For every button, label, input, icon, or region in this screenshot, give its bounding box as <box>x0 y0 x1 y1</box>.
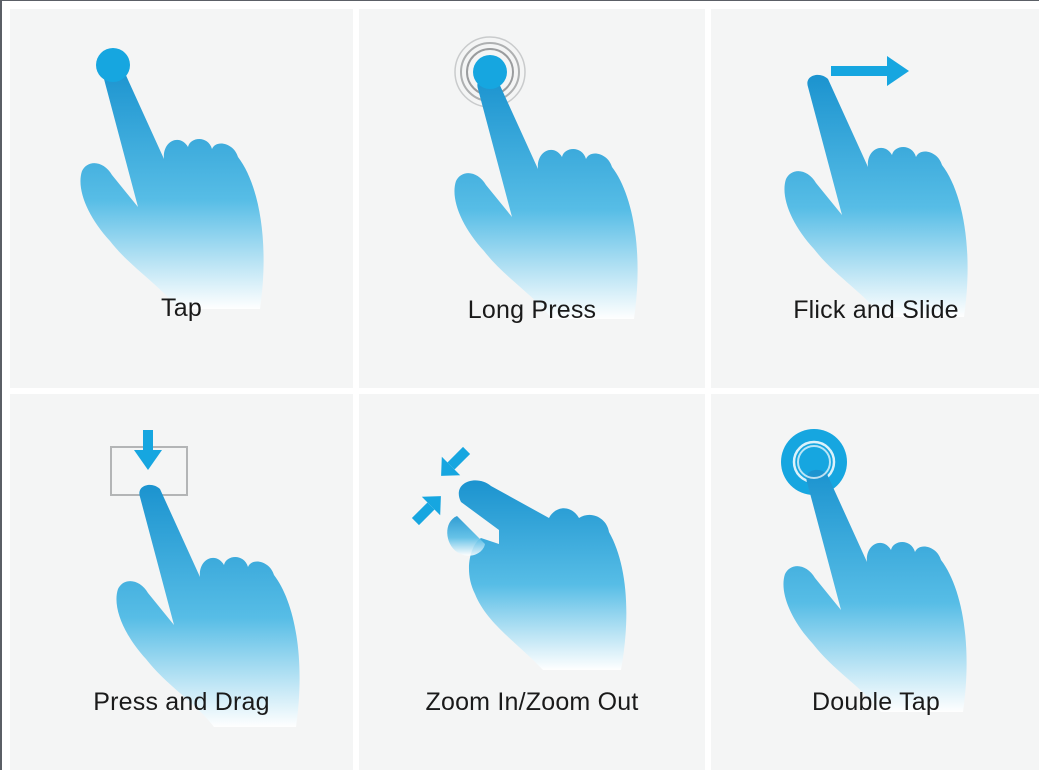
gesture-label: Tap <box>161 294 202 322</box>
gesture-tile-tap: Tap <box>10 9 353 388</box>
gesture-label: Double Tap <box>811 688 941 716</box>
gesture-tile-press-drag: Press and Drag <box>10 394 353 770</box>
gesture-grid: Tap Long Press Flick and Slide Press and… <box>10 9 1039 770</box>
gesture-tile-long-press: Long Press <box>359 9 705 388</box>
gesture-label: Long Press <box>467 296 597 324</box>
flick-slide-gesture-icon <box>784 56 968 318</box>
gesture-label: Press and Drag <box>93 688 270 716</box>
long-press-gesture-icon <box>454 36 638 320</box>
gesture-tile-flick-slide: Flick and Slide <box>711 9 1039 388</box>
gesture-panel: Tap Long Press Flick and Slide Press and… <box>0 0 1039 770</box>
gesture-tile-zoom: Zoom In/Zoom Out <box>359 394 705 770</box>
tap-gesture-icon <box>80 48 264 310</box>
gesture-label: Zoom In/Zoom Out <box>425 688 639 716</box>
gesture-tile-double-tap: Double Tap <box>711 394 1039 770</box>
gesture-label: Flick and Slide <box>793 296 959 324</box>
